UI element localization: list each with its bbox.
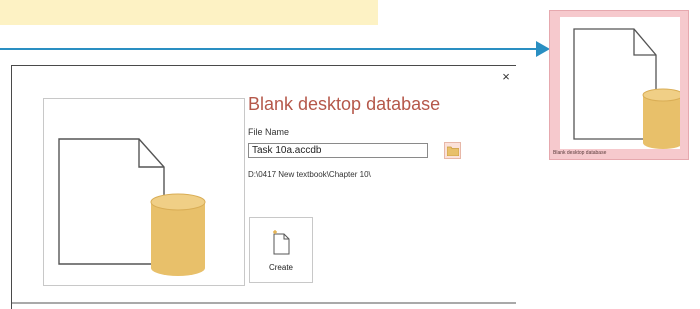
blank-desktop-database-tile[interactable]: Blank desktop database [549,10,689,160]
close-icon[interactable]: × [499,70,513,84]
new-file-icon [273,230,290,255]
database-icon [58,138,206,276]
folder-icon [447,146,459,156]
database-icon [573,28,680,149]
callout-highlight [0,0,378,25]
file-name-label: File Name [248,127,290,137]
create-button[interactable]: Create [249,217,313,283]
arrow-icon [0,48,538,50]
create-label: Create [268,263,293,272]
browse-folder-button[interactable] [444,142,461,159]
page-title: Blank desktop database [248,94,441,114]
file-name-field[interactable] [248,143,428,158]
template-preview [43,98,245,286]
file-path: D:\0417 New textbook\Chapter 10\ [248,170,371,179]
blank-database-dialog: × Blank desktop database File Name D:\04… [11,65,516,309]
dialog-bottom-divider [12,302,516,304]
tile-label: Blank desktop database [553,150,607,156]
arrow-head-icon [536,41,550,57]
tile-thumbnail [560,17,680,149]
